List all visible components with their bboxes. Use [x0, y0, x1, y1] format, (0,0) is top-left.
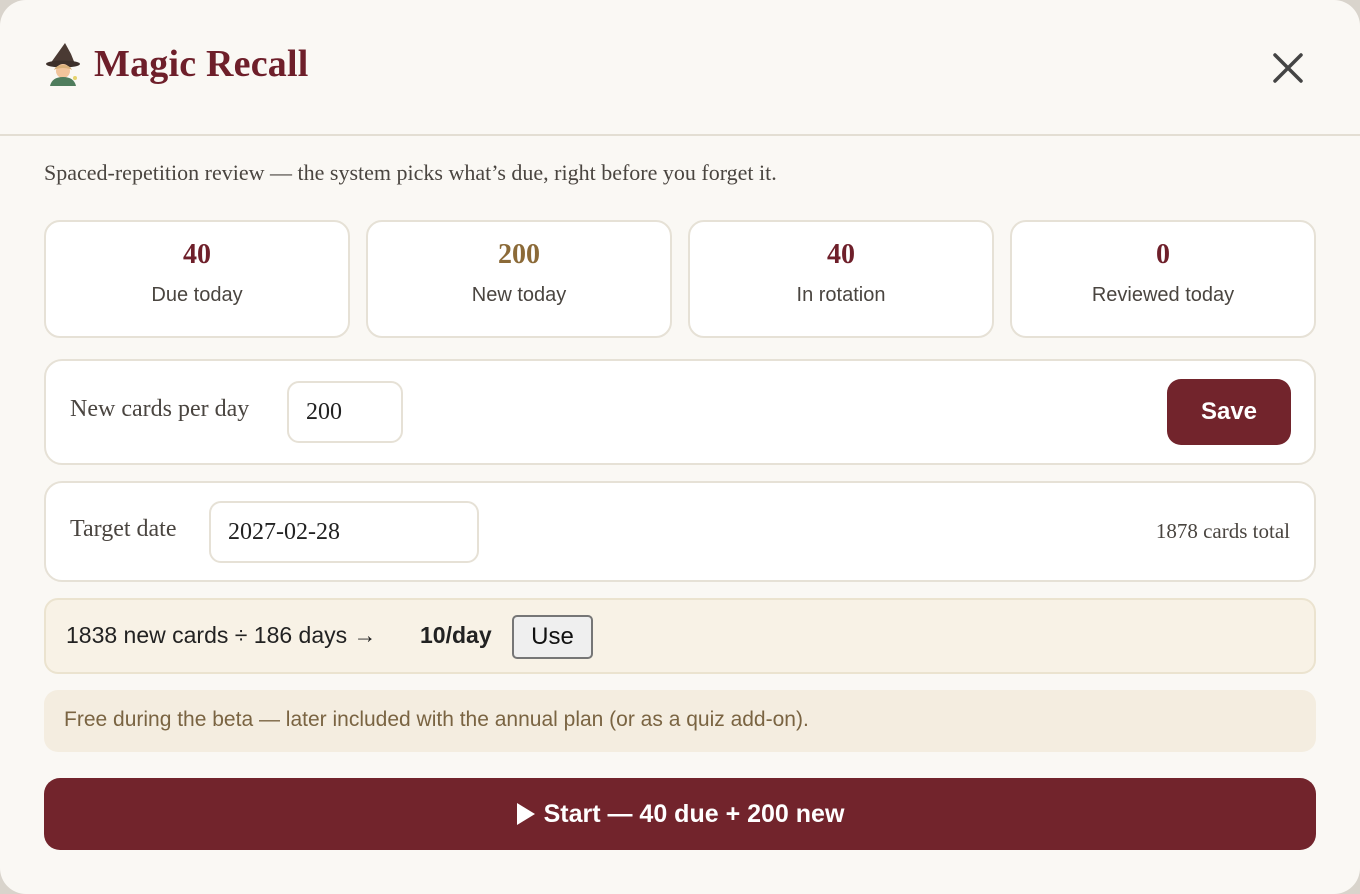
stat-value: 200 — [498, 239, 540, 270]
target-date-input[interactable] — [209, 501, 479, 563]
stat-value: 40 — [183, 239, 211, 270]
stat-label: Due today — [151, 284, 243, 306]
stat-label: In rotation — [796, 284, 886, 306]
magic-recall-dialog: Magic Recall Spaced-repetition review — … — [0, 0, 1360, 894]
new-cards-label: New cards per day — [70, 396, 250, 422]
new-cards-per-day-input[interactable] — [287, 381, 403, 443]
wizard-icon — [46, 43, 80, 86]
save-button[interactable]: Save — [1167, 379, 1291, 445]
beta-note: Free during the beta — later included wi… — [44, 690, 1316, 752]
dialog-header: Magic Recall — [0, 0, 1360, 136]
dialog-subtitle: Spaced-repetition review — the system pi… — [44, 160, 777, 185]
pace-calculation-bar: 1838 new cards ÷ 186 days → 10/day Use — [44, 598, 1316, 674]
target-date-panel: Target date 1878 cards total — [44, 481, 1316, 582]
stat-label: Reviewed today — [1091, 284, 1235, 306]
stats-row: 40 Due today 200 New today 40 In rotatio… — [44, 220, 1316, 338]
pace-calculation-text: 1838 new cards ÷ 186 days → — [66, 622, 377, 648]
close-icon[interactable] — [1268, 48, 1308, 88]
use-button[interactable]: Use — [512, 615, 593, 659]
start-button[interactable]: Start — 40 due + 200 new — [44, 778, 1316, 850]
stat-value: 40 — [827, 239, 855, 270]
start-button-label: Start — 40 due + 200 new — [543, 799, 845, 828]
play-icon — [516, 803, 535, 825]
stat-label: New today — [471, 284, 567, 306]
stat-card-due-today: 40 Due today — [44, 220, 350, 338]
dialog-title: Magic Recall — [94, 43, 309, 85]
stat-value: 0 — [1156, 239, 1170, 270]
new-cards-panel: New cards per day Save — [44, 359, 1316, 465]
cards-total-text: 1878 cards total — [1155, 519, 1290, 543]
title-group: Magic Recall — [44, 42, 308, 86]
pace-result: 10/day — [420, 622, 492, 648]
target-date-label: Target date — [70, 516, 177, 542]
stat-card-new-today: 200 New today — [366, 220, 672, 338]
stat-card-in-rotation: 40 In rotation — [688, 220, 994, 338]
stat-card-reviewed-today: 0 Reviewed today — [1010, 220, 1316, 338]
